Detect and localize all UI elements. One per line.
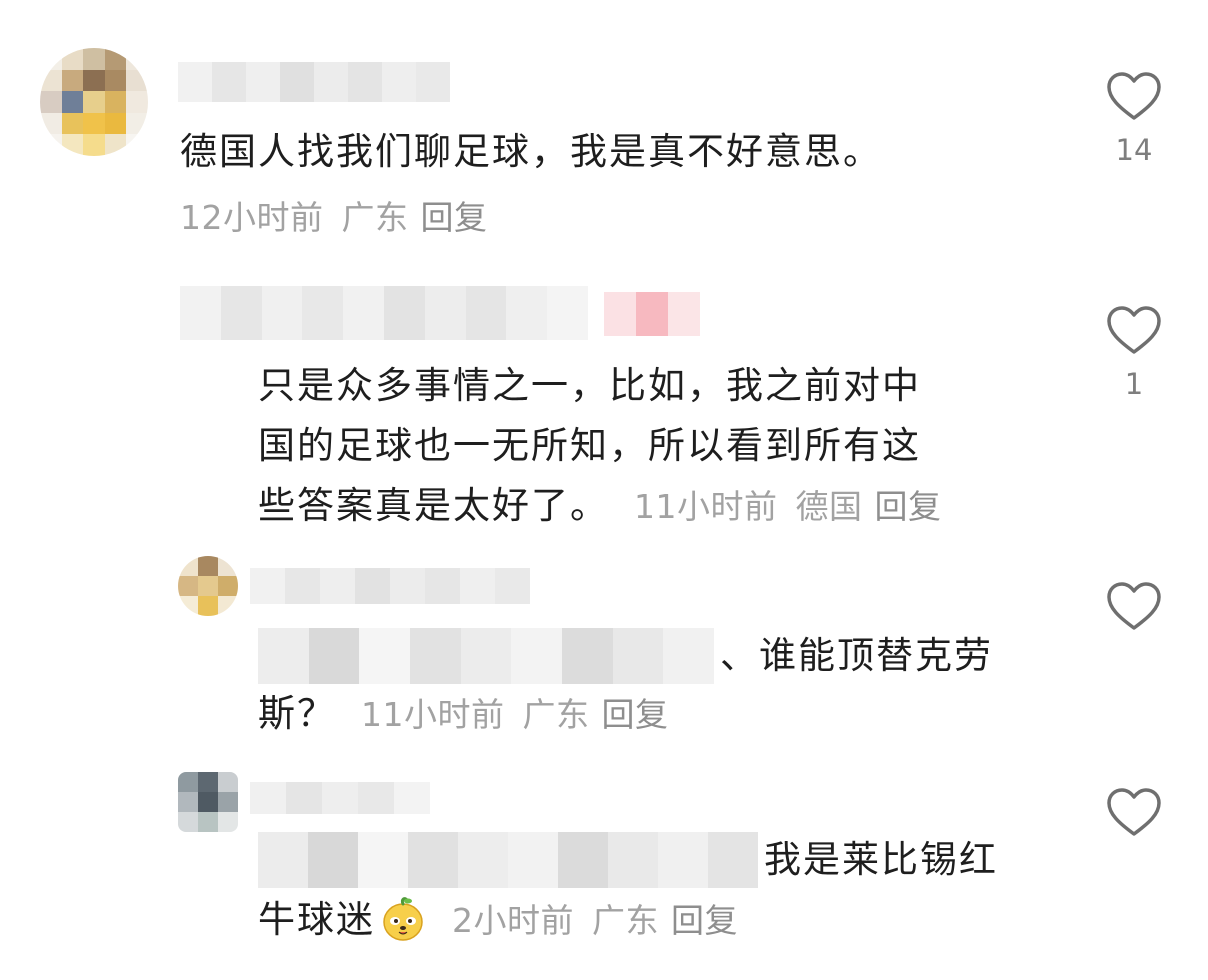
quoted-text-blurred bbox=[258, 832, 758, 888]
reply-button[interactable]: 回复 bbox=[875, 487, 942, 526]
lemon-dog-emoji bbox=[383, 896, 423, 941]
reply-button[interactable]: 回复 bbox=[602, 695, 669, 734]
comment-text-line-1: 只是众多事情之一，比如，我之前对中 bbox=[258, 364, 921, 407]
username-blurred[interactable] bbox=[178, 62, 450, 102]
like-button[interactable] bbox=[1094, 580, 1174, 642]
comment-meta: 12小时前 广东 回复 bbox=[180, 188, 488, 248]
location: 广东 bbox=[341, 198, 409, 237]
heart-outline-icon bbox=[1107, 788, 1161, 836]
avatar[interactable] bbox=[178, 772, 238, 832]
like-count: 1 bbox=[1124, 367, 1144, 401]
comment-text-line-2: 牛球迷 2小时前 广东 回复 bbox=[258, 890, 738, 951]
username-blurred[interactable] bbox=[250, 568, 530, 604]
location: 德国 bbox=[795, 487, 863, 526]
comment-text-line-1: 、谁能顶替克劳 bbox=[720, 634, 993, 677]
timestamp: 11小时前 bbox=[361, 695, 505, 734]
location: 广东 bbox=[592, 901, 659, 940]
comment-text-tail: 些答案真是太好了。 bbox=[258, 484, 609, 527]
heart-outline-icon bbox=[1107, 582, 1161, 630]
comment-text: 德国人找我们聊足球，我是真不好意思。 bbox=[180, 130, 882, 173]
like-button[interactable]: 1 bbox=[1094, 304, 1174, 402]
like-button[interactable]: 14 bbox=[1094, 70, 1174, 168]
comment-text-line-1: 我是莱比锡红 bbox=[764, 838, 998, 881]
heart-outline-icon bbox=[1107, 306, 1161, 354]
reply-button[interactable]: 回复 bbox=[671, 901, 738, 940]
comment-text-line-2: 国的足球也一无所知，所以看到所有这 bbox=[258, 424, 921, 467]
comment-text-line-3: 些答案真是太好了。 11小时前 德国 回复 bbox=[258, 476, 942, 537]
like-count: 14 bbox=[1115, 133, 1153, 167]
avatar[interactable] bbox=[40, 48, 148, 156]
heart-outline-icon bbox=[1107, 72, 1161, 120]
quoted-text-blurred bbox=[258, 628, 714, 684]
timestamp: 11小时前 bbox=[634, 487, 778, 526]
comment-text-tail: 牛球迷 bbox=[258, 898, 375, 941]
timestamp: 2小时前 bbox=[452, 901, 574, 940]
like-button[interactable] bbox=[1094, 786, 1174, 848]
timestamp: 12小时前 bbox=[180, 198, 324, 237]
comment-text-line-2: 斯？ 11小时前 广东 回复 bbox=[258, 684, 669, 745]
user-badge-blurred bbox=[604, 292, 700, 336]
avatar-and-username-blurred[interactable] bbox=[180, 286, 588, 340]
location: 广东 bbox=[522, 695, 590, 734]
reply-button[interactable]: 回复 bbox=[421, 198, 488, 237]
comment-text-tail: 斯？ bbox=[258, 692, 336, 735]
username-blurred[interactable] bbox=[250, 782, 430, 814]
avatar[interactable] bbox=[178, 556, 238, 616]
